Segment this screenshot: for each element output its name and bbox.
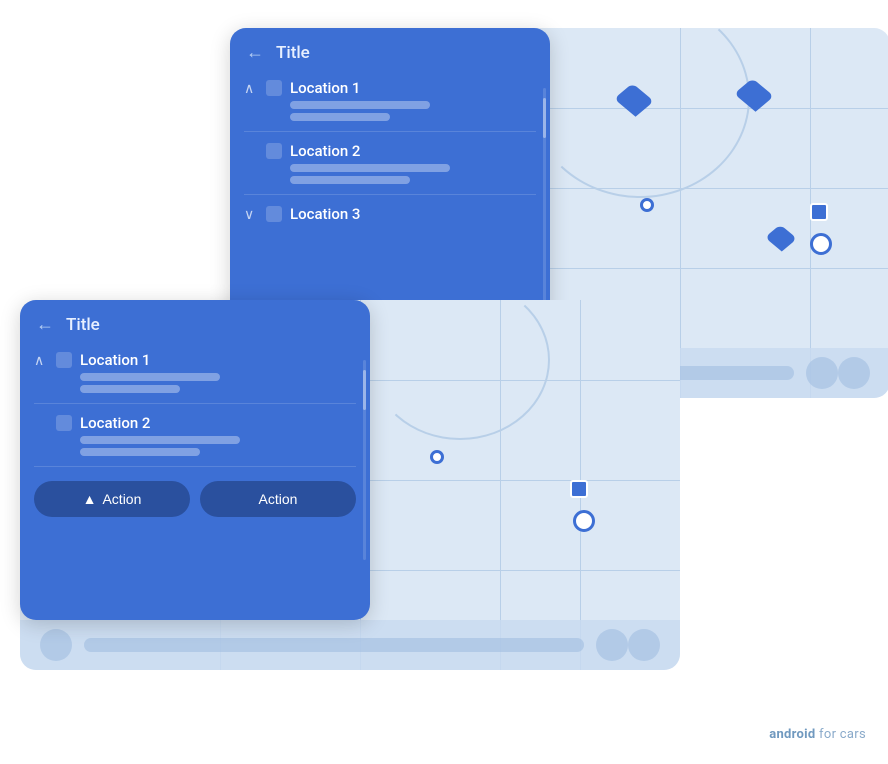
map-pin-dot-front: [430, 450, 444, 464]
list-item-back-2[interactable]: Location 2: [230, 136, 550, 190]
action-2-label: Action: [259, 491, 298, 507]
front-location-2-bars: [56, 436, 356, 456]
map-pin-circle: [810, 233, 832, 255]
map-pin-square-front: [570, 480, 588, 498]
front-bar-1-1: [80, 373, 220, 381]
bar-1-2: [290, 113, 390, 121]
front-location-2-label: Location 2: [80, 414, 150, 432]
bar-2-1: [290, 164, 450, 172]
list-item-front-header-2: Location 2: [56, 414, 356, 432]
nav-icon-f2: [596, 629, 628, 661]
watermark: android for cars: [769, 727, 866, 742]
nav-icon-f1: [40, 629, 72, 661]
chevron-up-icon: ∧: [244, 81, 254, 97]
front-location-1-bars: [56, 373, 356, 393]
front-bar-2-1: [80, 436, 240, 444]
panel-front-header: ← Title: [20, 300, 370, 345]
nav-icon-2: [806, 357, 838, 389]
list-item-header-3: Location 3: [266, 205, 536, 223]
nav-pill-f1: [84, 638, 584, 652]
front-divider-1: [34, 403, 356, 404]
list-item-header-2: Location 2: [266, 142, 536, 160]
map-pin-bubble-1: [620, 88, 648, 112]
panel-back-list: ∧ Location 1 Location 2: [230, 73, 550, 233]
back-button-front[interactable]: ←: [36, 314, 54, 335]
back-button-back[interactable]: ←: [246, 42, 264, 63]
navigate-icon: ▲: [83, 491, 97, 507]
map-pin-circle-front: [573, 510, 595, 532]
panel-back-title: Title: [276, 43, 310, 63]
checkbox-front-2[interactable]: [56, 415, 72, 431]
bar-1-1: [290, 101, 430, 109]
nav-icon-3: [838, 357, 870, 389]
list-item-front-header-1: Location 1: [56, 351, 356, 369]
checkbox-1[interactable]: [266, 80, 282, 96]
action-1-label: Action: [102, 491, 141, 507]
map-pin-square: [810, 203, 828, 221]
panel-back-header: ← Title: [230, 28, 550, 73]
location-1-label: Location 1: [290, 79, 360, 97]
bar-2-2: [290, 176, 410, 184]
nav-icon-f3: [628, 629, 660, 661]
front-divider-2: [34, 466, 356, 467]
action-bar: ▲ Action Action: [20, 471, 370, 527]
list-item-back-1[interactable]: ∧ Location 1: [230, 73, 550, 127]
divider-2: [244, 194, 536, 195]
panel-front-list: ∧ Location 1 Location 2: [20, 345, 370, 471]
front-bar-2-2: [80, 448, 200, 456]
front-bar-1-2: [80, 385, 180, 393]
map-pin-bubble-2: [740, 83, 768, 107]
location-1-bars: [266, 101, 536, 121]
chevron-down-icon: ∨: [244, 207, 254, 223]
divider-1: [244, 131, 536, 132]
checkbox-2[interactable]: [266, 143, 282, 159]
checkbox-front-1[interactable]: [56, 352, 72, 368]
checkbox-3[interactable]: [266, 206, 282, 222]
location-3-label: Location 3: [290, 205, 360, 223]
chevron-up-icon-front: ∧: [34, 353, 44, 369]
front-location-1-label: Location 1: [80, 351, 150, 369]
location-2-label: Location 2: [290, 142, 360, 160]
panel-front-title: Title: [66, 315, 100, 335]
list-item-front-1[interactable]: ∧ Location 1: [20, 345, 370, 399]
action-button-2[interactable]: Action: [200, 481, 356, 517]
map-road-curve-front: [370, 300, 550, 440]
nav-bar-front: [20, 620, 680, 670]
list-item-front-2[interactable]: Location 2: [20, 408, 370, 462]
watermark-rest: for cars: [816, 727, 866, 742]
list-item-back-3[interactable]: ∨ Location 3: [230, 199, 550, 233]
action-button-1[interactable]: ▲ Action: [34, 481, 190, 517]
map-pin-bubble-3: [770, 228, 792, 248]
watermark-bold: android: [769, 727, 815, 742]
panel-front: ← Title ∧ Location 1 Location 2: [20, 300, 370, 620]
map-pin-dot: [640, 198, 654, 212]
list-item-header-1: Location 1: [266, 79, 536, 97]
location-2-bars: [266, 164, 536, 184]
